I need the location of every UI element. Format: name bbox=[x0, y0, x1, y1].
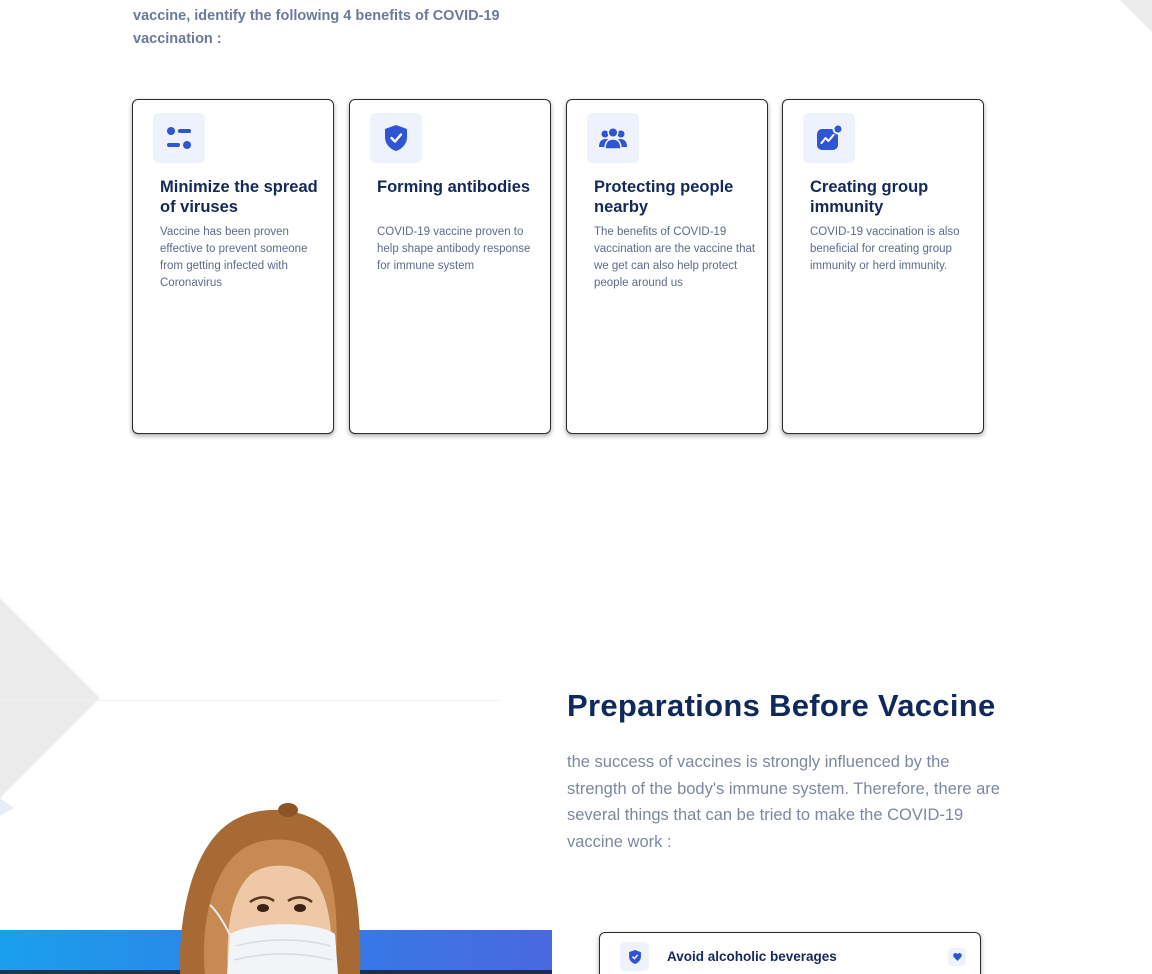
people-icon bbox=[587, 113, 639, 163]
shield-icon bbox=[620, 942, 649, 971]
triangle-decoration bbox=[0, 598, 100, 816]
benefit-text: COVID-19 vaccination is also beneficial … bbox=[810, 226, 960, 272]
section-title: Preparations Before Vaccine bbox=[567, 688, 996, 723]
benefit-title: Protecting people nearby bbox=[594, 178, 734, 216]
divider-line bbox=[0, 700, 500, 701]
preparation-item-label: Avoid alcoholic beverages bbox=[667, 949, 837, 964]
benefit-title: Creating group immunity bbox=[810, 178, 929, 216]
section-description: the success of vaccines is strongly infl… bbox=[567, 753, 1000, 852]
benefit-card-protecting-people: Protecting people nearby The benefits of… bbox=[566, 99, 768, 434]
benefit-text: Vaccine has been proven effective to pre… bbox=[160, 226, 308, 289]
benefit-text: COVID-19 vaccine proven to help shape an… bbox=[377, 226, 531, 272]
woman-with-mask-image bbox=[179, 803, 361, 974]
benefit-card-group-immunity: Creating group immunity COVID-19 vaccina… bbox=[782, 99, 984, 434]
benefit-text: The benefits of COVID-19 vaccination are… bbox=[594, 226, 756, 289]
benefit-card-forming-antibodies: Forming antibodies COVID-19 vaccine prov… bbox=[349, 99, 551, 434]
heart-icon[interactable] bbox=[948, 948, 966, 966]
benefit-title: Forming antibodies bbox=[377, 178, 531, 196]
corner-triangle-decoration bbox=[1120, 0, 1152, 32]
benefit-card-minimize-spread: Minimize the spread of viruses Vaccine h… bbox=[132, 99, 334, 434]
sliders-icon bbox=[153, 113, 205, 163]
shield-check-icon bbox=[370, 113, 422, 163]
benefits-intro: vaccine, identify the following 4 benefi… bbox=[133, 8, 500, 47]
preparation-item-avoid-alcohol[interactable]: Avoid alcoholic beverages bbox=[599, 932, 981, 974]
chart-trend-icon bbox=[803, 113, 855, 163]
benefit-title: Minimize the spread of viruses bbox=[160, 178, 318, 216]
